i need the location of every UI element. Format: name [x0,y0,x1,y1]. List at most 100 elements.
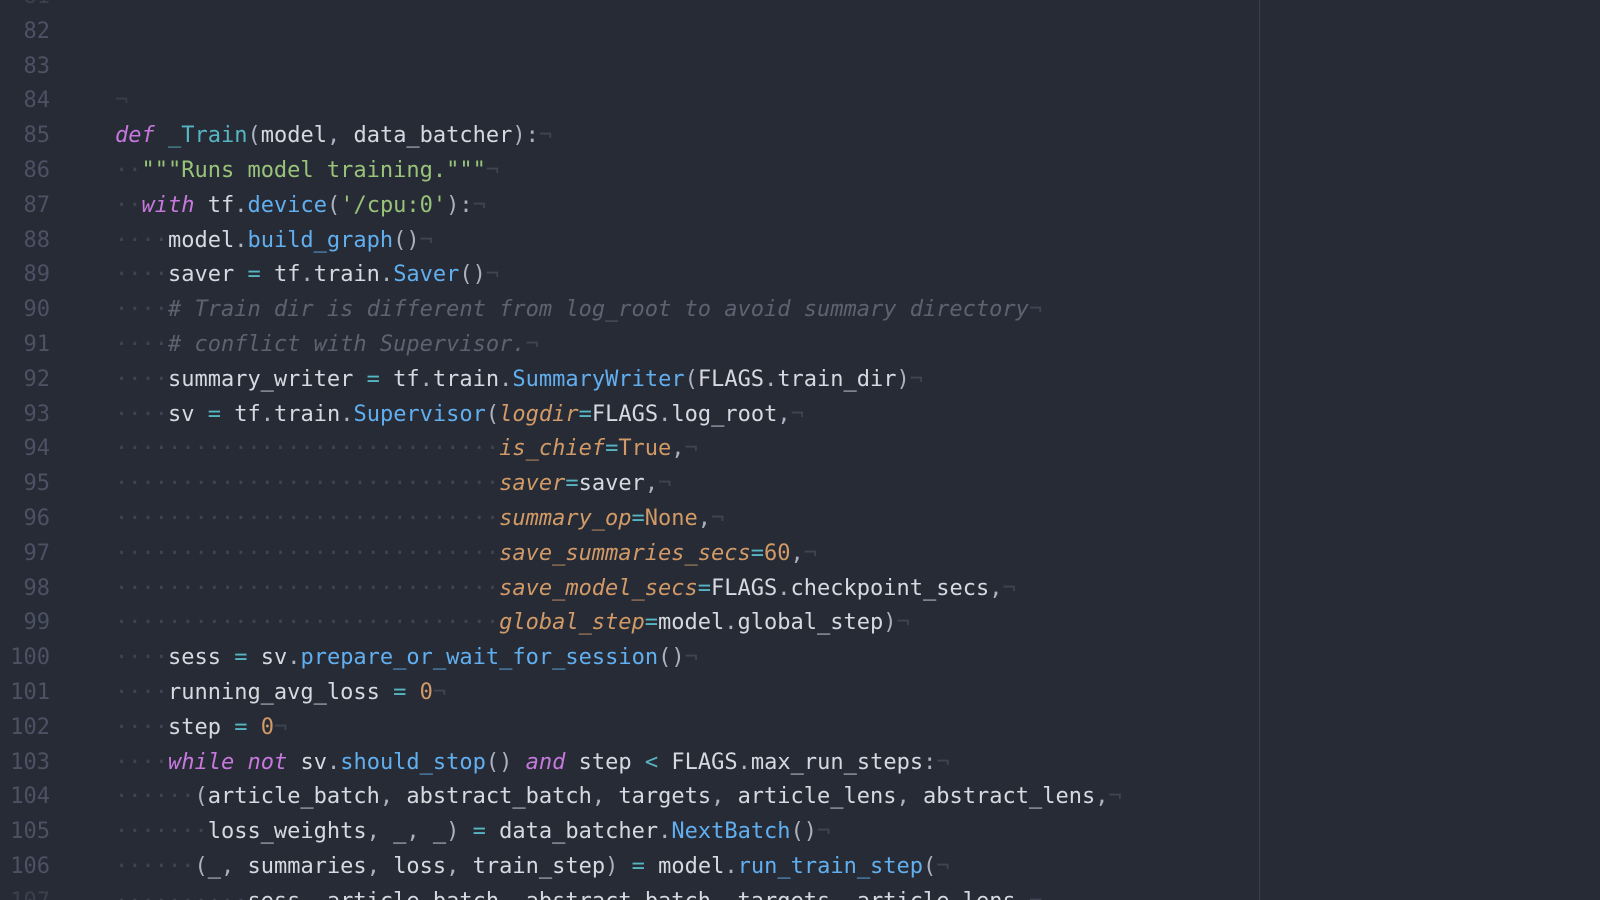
token-punc: , [698,502,711,537]
token-id: model [658,606,724,641]
line-number: 102 [0,711,62,746]
token-punc: , [989,572,1002,607]
code-line[interactable]: ·····························is_chief=Tr… [62,432,1600,467]
token-id: train_dir [777,363,896,398]
token-id: running_avg_loss [168,676,393,711]
token-ws: ···· [115,746,168,781]
token-id: article_batch [327,885,499,900]
code-line[interactable]: ····# conflict with Supervisor.¬ [62,328,1600,363]
token-ws: ¬ [711,502,724,537]
token-ws: ¬ [685,432,698,467]
line-number: 105 [0,815,62,850]
code-line[interactable]: ····step = 0¬ [62,711,1600,746]
token-punc: ( [486,398,499,433]
token-fn: run_train_step [738,850,923,885]
token-dim: ¬ [115,84,128,119]
line-number: 107 [0,885,62,900]
line-number: 86 [0,154,62,189]
token-id: model [261,119,327,154]
token-id [155,119,168,154]
token-kw: while [168,746,234,781]
token-punc: . [380,258,393,293]
token-prm: save_summaries_secs [499,537,751,572]
line-number: 100 [0,641,62,676]
code-line[interactable]: ····sv = tf.train.Supervisor(logdir=FLAG… [62,398,1600,433]
token-ws: ¬ [936,746,949,781]
token-id: FLAGS [711,572,777,607]
token-id: tf [261,258,301,293]
token-ws: ¬ [486,154,499,189]
token-punc: . [234,189,247,224]
code-line[interactable]: ··with tf.device('/cpu:0'):¬ [62,189,1600,224]
token-op: = [632,502,645,537]
token-punc: . [261,398,274,433]
token-id: data_batcher [353,119,512,154]
code-line[interactable]: ····saver = tf.train.Saver()¬ [62,258,1600,293]
wrap-guide [1259,0,1260,900]
token-ws: ···· [115,676,168,711]
token-ws: ······· [115,815,208,850]
code-line[interactable]: def _Train(model, data_batcher):¬ [62,119,1600,154]
token-prm: saver [499,467,565,502]
code-line[interactable]: ·····························save_model_… [62,572,1600,607]
token-punc: ) [883,606,896,641]
code-line[interactable]: ··········sess, article_batch, abstract_… [62,885,1600,900]
line-number: 82 [0,15,62,50]
code-editor[interactable]: 8182838485868788899091929394959697989910… [0,0,1600,900]
token-num: 0 [420,676,433,711]
token-ws: ¬ [817,815,830,850]
token-punc: . [420,363,433,398]
line-number-gutter: 8182838485868788899091929394959697989910… [0,0,62,900]
token-punc: . [340,398,353,433]
token-punc: . [499,363,512,398]
token-kw: not [247,746,287,781]
token-id: _ [393,815,406,850]
code-line[interactable]: ····summary_writer = tf.train.SummaryWri… [62,363,1600,398]
token-punc: , [1016,885,1029,900]
token-op: = [367,363,380,398]
code-line[interactable]: ··"""Runs model training."""¬ [62,154,1600,189]
token-id: FLAGS [698,363,764,398]
token-id: article_lens [857,885,1016,900]
token-op: = [565,467,578,502]
token-id: summaries [247,850,366,885]
code-line[interactable]: ·······loss_weights, _, _) = data_batche… [62,815,1600,850]
code-line[interactable]: ····sess = sv.prepare_or_wait_for_sessio… [62,641,1600,676]
code-line[interactable]: ·····························saver=saver… [62,467,1600,502]
token-fn: NextBatch [671,815,790,850]
token-id: abstract_batch [526,885,711,900]
token-ws: ···· [115,293,168,328]
line-number: 106 [0,850,62,885]
code-line[interactable]: ····running_avg_loss = 0¬ [62,676,1600,711]
token-num: True [618,432,671,467]
token-ws: ······ [115,850,194,885]
token-cmt: # Train dir is different from log_root t… [168,293,1029,328]
code-line[interactable]: ····while not sv.should_stop() and step … [62,746,1600,781]
code-line[interactable]: ····model.build_graph()¬ [62,224,1600,259]
token-ws: ····························· [115,606,499,641]
code-line[interactable]: ······(_, summaries, loss, train_step) =… [62,850,1600,885]
code-line[interactable]: ····# Train dir is different from log_ro… [62,293,1600,328]
code-line[interactable]: ¬ [62,84,1600,119]
code-line[interactable]: ······(article_batch, abstract_batch, ta… [62,780,1600,815]
line-number: 99 [0,606,62,641]
token-ws: ¬ [433,676,446,711]
line-number: 101 [0,676,62,711]
code-line[interactable]: ·····························save_summar… [62,537,1600,572]
code-area[interactable]: ¬ def _Train(model, data_batcher):¬ ··""… [62,0,1600,900]
line-number: 90 [0,293,62,328]
token-az: _Train [168,119,247,154]
token-op: = [579,398,592,433]
token-id: abstract_lens [923,780,1095,815]
code-line[interactable]: ·····························global_step… [62,606,1600,641]
token-punc: ( [327,189,340,224]
token-op: = [645,606,658,641]
line-number: 97 [0,537,62,572]
token-punc: , [830,885,857,900]
line-number: 103 [0,746,62,781]
token-ws: ···· [115,711,168,746]
token-fn: prepare_or_wait_for_session [300,641,658,676]
code-line[interactable]: ·····························summary_op=… [62,502,1600,537]
token-id: sv [168,398,208,433]
token-op: = [393,676,406,711]
